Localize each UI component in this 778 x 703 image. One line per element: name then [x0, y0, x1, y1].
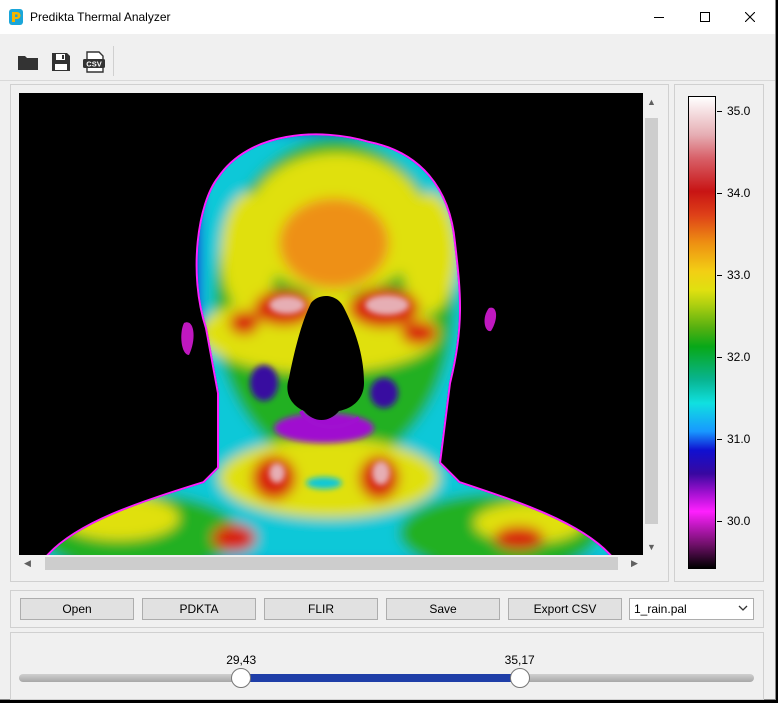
save-disk-icon [52, 53, 70, 71]
maximize-button[interactable] [682, 0, 728, 34]
thermal-image-view[interactable] [19, 93, 643, 555]
range-high-label: 35,17 [504, 653, 535, 667]
color-scale-bar [688, 96, 716, 569]
scale-tick [717, 357, 722, 358]
scale-label: 34.0 [727, 186, 751, 200]
save-button[interactable]: Save [386, 598, 500, 620]
open-button[interactable]: Open [20, 598, 134, 620]
scroll-right-arrow-icon[interactable]: ▶ [626, 555, 643, 572]
minimize-icon [654, 17, 664, 18]
title-bar: Predikta Thermal Analyzer [0, 0, 775, 34]
app-window: Predikta Thermal Analyzer CSV ▲ ▼ ◀ ▶ 35… [0, 0, 776, 700]
open-folder-icon [18, 56, 38, 70]
toolbar-separator [113, 46, 114, 76]
scale-label: 35.0 [727, 104, 751, 118]
save-disk-button[interactable] [48, 49, 74, 75]
vertical-scrollbar[interactable]: ▲ ▼ [643, 93, 660, 555]
export-csv-button[interactable]: Export CSV [508, 598, 622, 620]
horizontal-scrollbar[interactable]: ◀ ▶ [19, 555, 643, 572]
scale-tick [717, 275, 722, 276]
scale-label: 31.0 [727, 432, 751, 446]
close-icon [745, 12, 755, 22]
range-slider-selection [241, 674, 520, 682]
scale-tick [717, 111, 722, 112]
scale-tick [717, 193, 722, 194]
toolbar: CSV [0, 40, 775, 81]
close-button[interactable] [727, 0, 773, 34]
open-folder-button[interactable] [15, 49, 41, 75]
range-high-handle[interactable] [509, 668, 530, 688]
window-title: Predikta Thermal Analyzer [30, 10, 171, 24]
export-csv-toolbar-button[interactable]: CSV [81, 49, 107, 75]
scale-tick [717, 521, 722, 522]
horizontal-scroll-thumb[interactable] [45, 557, 618, 570]
export-csv-icon: CSV [83, 51, 105, 73]
scale-tick [717, 439, 722, 440]
minimize-button[interactable] [636, 0, 682, 34]
scale-label: 33.0 [727, 268, 751, 282]
scroll-up-arrow-icon[interactable]: ▲ [643, 93, 660, 110]
palette-select[interactable]: 1_rain.pal [629, 598, 754, 620]
range-panel [10, 632, 764, 700]
app-logo-icon [9, 9, 23, 25]
scroll-down-arrow-icon[interactable]: ▼ [643, 538, 660, 555]
csv-icon-label: CSV [86, 59, 101, 68]
scroll-left-arrow-icon[interactable]: ◀ [19, 555, 36, 572]
thermal-face-image [19, 93, 643, 555]
chevron-down-icon [738, 605, 748, 611]
maximize-icon [700, 12, 710, 22]
flir-button[interactable]: FLIR [264, 598, 378, 620]
pdkta-button[interactable]: PDKTA [142, 598, 256, 620]
vertical-scroll-thumb[interactable] [645, 118, 658, 524]
range-low-label: 29,43 [226, 653, 257, 667]
scale-label: 30.0 [727, 514, 751, 528]
scale-label: 32.0 [727, 350, 751, 364]
palette-select-value: 1_rain.pal [634, 602, 687, 616]
